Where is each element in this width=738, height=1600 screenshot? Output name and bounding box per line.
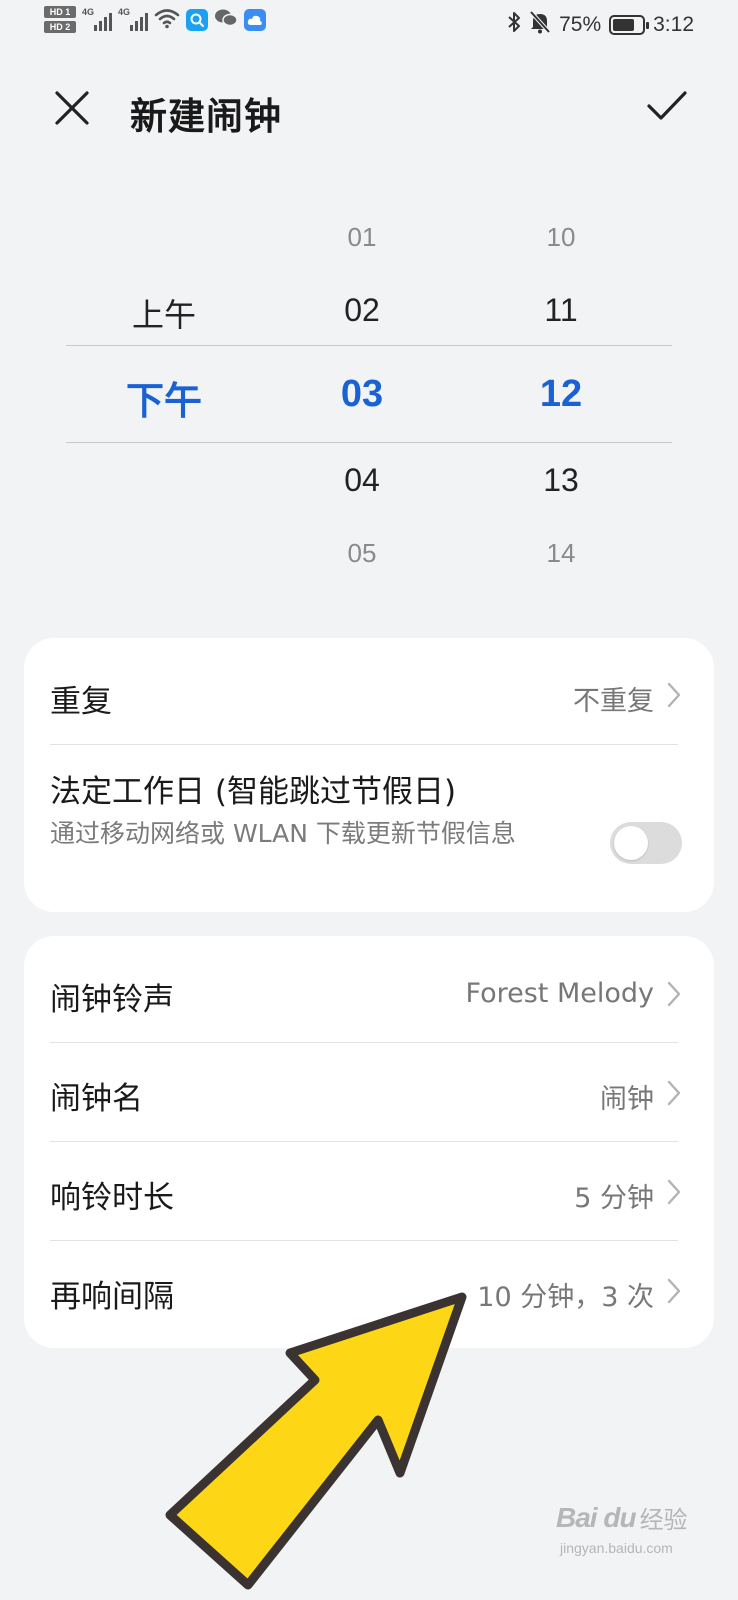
battery-percent: 75% [559, 13, 602, 36]
chevron-right-icon [664, 680, 684, 710]
battery-fill [613, 19, 635, 31]
watermark: Bai du 经验 [556, 1500, 688, 1535]
minute-column[interactable]: 10 11 12 13 14 [491, 200, 631, 590]
wechat-icon [214, 7, 238, 33]
ringtone-row[interactable]: 闹钟铃声 Forest Melody [50, 974, 688, 1024]
status-right: 75% 3:12 [507, 10, 694, 40]
minute-below-2[interactable]: 14 [491, 538, 631, 569]
workday-row[interactable]: 法定工作日 (智能跳过节假日) 通过移动网络或 WLAN 下载更新节假信息 [50, 766, 688, 896]
status-bar: HD 1 HD 2 4G 4G 75% 3:12 [0, 0, 738, 52]
watermark-url: jingyan.baidu.com [560, 1540, 673, 1556]
mute-bell-icon [529, 10, 551, 40]
status-time: 3:12 [653, 13, 694, 36]
signal-icon: 4G [82, 6, 112, 31]
search-app-icon [186, 8, 208, 31]
battery-icon [609, 15, 650, 35]
bluetooth-icon [507, 10, 521, 40]
network2-label: 4G [118, 6, 131, 17]
hour-above-2[interactable]: 01 [292, 222, 432, 253]
repeat-settings-card: 重复 不重复 法定工作日 (智能跳过节假日) 通过移动网络或 WLAN 下载更新… [24, 638, 714, 912]
hour-above-1[interactable]: 02 [292, 292, 432, 329]
minute-above-1[interactable]: 11 [491, 292, 631, 329]
arrow-icon [165, 1292, 467, 1590]
close-icon [54, 90, 90, 130]
snooze-interval-value: 10 分钟，3 次 [477, 1282, 654, 1313]
watermark-logo: Bai du [556, 1501, 637, 1533]
hour-column[interactable]: 01 02 03 04 05 [292, 200, 432, 590]
card-divider [50, 1141, 678, 1142]
ring-duration-label: 响铃时长 [50, 1180, 174, 1216]
chevron-right-icon [664, 979, 684, 1009]
chevron-right-icon [664, 1177, 684, 1207]
sim1-badge: HD 1 [44, 6, 76, 18]
ring-duration-value: 5 分钟 [574, 1183, 654, 1214]
status-left: HD 1 HD 2 4G 4G [44, 6, 266, 33]
header-bar: 新建闹钟 [0, 70, 738, 150]
card-divider [50, 744, 678, 745]
minute-below-1[interactable]: 13 [491, 462, 631, 499]
network1-label: 4G [82, 6, 95, 17]
alarm-name-row[interactable]: 闹钟名 闹钟 [50, 1073, 688, 1123]
repeat-value: 不重复 [573, 686, 654, 717]
cloud-app-icon [244, 8, 266, 31]
sim-badges: HD 1 HD 2 [44, 6, 76, 33]
card-divider [50, 1042, 678, 1043]
confirm-button[interactable] [642, 86, 692, 130]
ampm-column[interactable]: 上午 下午 [94, 200, 234, 590]
ringtone-label: 闹钟铃声 [50, 982, 174, 1018]
minute-selected[interactable]: 12 [491, 373, 631, 416]
close-button[interactable] [50, 88, 94, 132]
workday-description: 通过移动网络或 WLAN 下载更新节假信息 [50, 819, 516, 848]
wifi-icon [154, 7, 180, 33]
check-icon [646, 90, 688, 126]
ring-duration-row[interactable]: 响铃时长 5 分钟 [50, 1172, 688, 1222]
ampm-selected[interactable]: 下午 [94, 370, 234, 425]
toggle-knob [614, 826, 648, 860]
time-picker[interactable]: 上午 下午 01 02 03 04 05 10 11 12 13 14 [0, 200, 738, 590]
workday-toggle[interactable] [610, 822, 682, 864]
hour-selected[interactable]: 03 [292, 373, 432, 416]
pointer-arrow-annotation [130, 1285, 480, 1600]
page-title: 新建闹钟 [130, 95, 282, 138]
chevron-right-icon [664, 1078, 684, 1108]
signal-icon-2: 4G [118, 6, 148, 31]
repeat-label: 重复 [50, 684, 112, 720]
card-divider [50, 1240, 678, 1241]
minute-above-2[interactable]: 10 [491, 222, 631, 253]
repeat-row[interactable]: 重复 不重复 [50, 674, 688, 724]
sim2-badge: HD 2 [44, 21, 76, 33]
chevron-right-icon [664, 1276, 684, 1306]
alarm-name-value: 闹钟 [600, 1084, 654, 1115]
watermark-text: 经验 [639, 1507, 688, 1534]
ringtone-value: Forest Melody [465, 978, 655, 1009]
workday-label: 法定工作日 (智能跳过节假日) [50, 774, 457, 810]
ampm-above[interactable]: 上午 [94, 290, 234, 336]
alarm-name-label: 闹钟名 [50, 1081, 143, 1117]
hour-below-2[interactable]: 05 [292, 538, 432, 569]
hour-below-1[interactable]: 04 [292, 462, 432, 499]
